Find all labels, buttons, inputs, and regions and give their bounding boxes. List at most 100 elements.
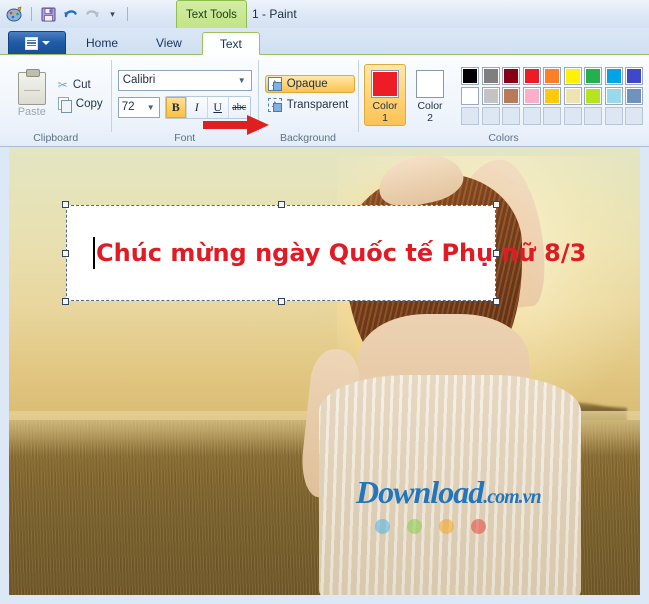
contextual-tab-group-label: Text Tools (176, 0, 247, 28)
color-1-swatch (371, 70, 399, 98)
chevron-down-icon (42, 41, 50, 45)
palette-swatch-r1-2[interactable] (502, 67, 520, 85)
palette-custom-slot-6[interactable] (584, 107, 602, 125)
font-size-combobox[interactable]: 72 ▼ (118, 97, 160, 118)
color-2-button[interactable]: Color 2 (409, 64, 451, 126)
watermark-text: Download.com.vn (356, 474, 541, 511)
group-label-background: Background (258, 130, 358, 147)
palette-swatch-r2-4[interactable] (543, 87, 561, 105)
quick-access-toolbar: ▾ (6, 0, 131, 28)
watermark-dot-3 (471, 519, 486, 534)
image-canvas[interactable]: Download.com.vn Chúc mừng ngày Quốc tế P… (9, 147, 640, 595)
palette-swatch-r2-1[interactable] (482, 87, 500, 105)
save-icon[interactable] (40, 6, 57, 23)
palette-swatch-r1-5[interactable] (564, 67, 582, 85)
transparent-icon: A (268, 98, 282, 112)
resize-handle-se[interactable] (493, 298, 500, 305)
palette-custom-slot-7[interactable] (605, 107, 623, 125)
paste-label: Paste (18, 106, 46, 118)
palette-custom-slot-5[interactable] (564, 107, 582, 125)
palette-swatch-r1-0[interactable] (461, 67, 479, 85)
palette-swatch-r2-5[interactable] (564, 87, 582, 105)
cut-label: Cut (73, 79, 91, 91)
text-selection-box[interactable]: Chúc mừng ngày Quốc tế Phụ nữ 8/3 (66, 205, 496, 301)
font-family-combobox[interactable]: Calibri ▼ (118, 70, 252, 91)
palette-swatch-r1-4[interactable] (543, 67, 561, 85)
palette-custom-slot-0[interactable] (461, 107, 479, 125)
palette-swatch-r1-6[interactable] (584, 67, 602, 85)
color-palette (456, 65, 643, 125)
color-2-swatch (416, 70, 444, 98)
palette-swatch-r1-1[interactable] (482, 67, 500, 85)
scissors-icon: ✂ (58, 78, 68, 92)
chevron-down-icon[interactable]: ▼ (147, 103, 155, 112)
palette-custom-slot-8[interactable] (625, 107, 643, 125)
palette-swatch-r2-8[interactable] (625, 87, 643, 105)
resize-handle-nw[interactable] (62, 201, 69, 208)
palette-swatch-r1-3[interactable] (523, 67, 541, 85)
resize-handle-w[interactable] (62, 250, 69, 257)
color-1-label: Color 1 (372, 100, 397, 124)
palette-custom-slot-4[interactable] (543, 107, 561, 125)
group-label-clipboard: Clipboard (0, 130, 111, 147)
clipboard-small-buttons: ✂ Cut Copy (55, 78, 103, 111)
palette-swatch-r2-6[interactable] (584, 87, 602, 105)
palette-custom-slot-2[interactable] (502, 107, 520, 125)
palette-custom-slot-1[interactable] (482, 107, 500, 125)
resize-handle-ne[interactable] (493, 201, 500, 208)
watermark-dot-1 (407, 519, 422, 534)
copy-button[interactable]: Copy (58, 97, 103, 111)
bold-button[interactable]: B (166, 97, 187, 118)
tab-view[interactable]: View (138, 32, 200, 54)
title-bar: ▾ Text Tools 1 - Paint (0, 0, 649, 28)
palette-swatch-r2-2[interactable] (502, 87, 520, 105)
opaque-button[interactable]: A Opaque (265, 75, 356, 93)
color-1-button[interactable]: Color 1 (364, 64, 406, 126)
group-label-colors: Colors (358, 130, 649, 147)
redo-icon (84, 6, 101, 23)
font-size-value: 72 (122, 101, 135, 113)
palette-swatch-r1-8[interactable] (625, 67, 643, 85)
cut-button[interactable]: ✂ Cut (58, 78, 103, 92)
group-label-font: Font (111, 130, 258, 147)
paint-orb-icon[interactable] (6, 6, 23, 23)
palette-custom-slot-3[interactable] (523, 107, 541, 125)
file-menu-button[interactable] (8, 31, 66, 54)
customize-qat-icon[interactable]: ▾ (106, 9, 119, 20)
underline-button[interactable]: U (208, 97, 229, 118)
resize-handle-n[interactable] (278, 201, 285, 208)
copy-label: Copy (76, 98, 103, 110)
ribbon: Paste ✂ Cut Copy Clipboard (0, 55, 649, 147)
clipboard-icon (18, 72, 46, 105)
resize-handle-e[interactable] (493, 250, 500, 257)
palette-swatch-r2-3[interactable] (523, 87, 541, 105)
palette-swatch-r2-0[interactable] (461, 87, 479, 105)
chevron-down-icon[interactable]: ▼ (238, 76, 246, 85)
watermark-dot-0 (375, 519, 390, 534)
color-2-label: Color 2 (417, 100, 442, 124)
transparent-label: Transparent (287, 99, 349, 111)
paint-window: ▾ Text Tools 1 - Paint Home View Text Pa… (0, 0, 649, 604)
qat-separator-2 (127, 7, 128, 21)
tab-home[interactable]: Home (68, 32, 136, 54)
tab-text[interactable]: Text (202, 32, 260, 55)
qat-separator (31, 7, 32, 21)
canvas-text-content[interactable]: Chúc mừng ngày Quốc tế Phụ nữ 8/3 (96, 239, 586, 267)
font-format-buttons: B I U abc (165, 96, 251, 119)
palette-swatch-r2-7[interactable] (605, 87, 623, 105)
ribbon-group-colors: Color 1 Color 2 (358, 55, 649, 147)
resize-handle-s[interactable] (278, 298, 285, 305)
paste-button[interactable]: Paste (9, 70, 55, 118)
palette-row-custom (461, 107, 643, 125)
copy-icon (58, 97, 71, 111)
transparent-button[interactable]: A Transparent (265, 96, 356, 114)
ribbon-tab-row: Home View Text (0, 28, 649, 55)
palette-swatch-r1-7[interactable] (605, 67, 623, 85)
italic-button[interactable]: I (187, 97, 208, 118)
resize-handle-sw[interactable] (62, 298, 69, 305)
undo-icon[interactable] (62, 6, 79, 23)
watermark-dots (375, 519, 486, 534)
font-family-value: Calibri (123, 74, 156, 86)
canvas-area[interactable]: Download.com.vn Chúc mừng ngày Quốc tế P… (0, 147, 649, 604)
strikethrough-button[interactable]: abc (229, 97, 250, 118)
